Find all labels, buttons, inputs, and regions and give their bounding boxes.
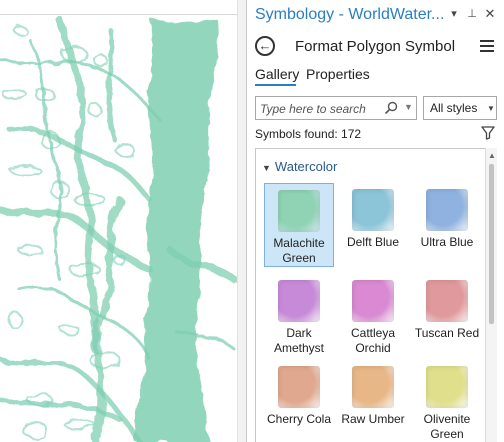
search-box[interactable]: ▼ (255, 96, 417, 120)
symbol-item[interactable]: Delft Blue (338, 183, 408, 263)
active-tab-indicator (255, 84, 296, 86)
symbol-label: Tuscan Red (414, 326, 480, 340)
symbol-swatch (352, 189, 394, 231)
search-options-chevron-icon[interactable]: ▼ (404, 102, 413, 112)
tab-properties[interactable]: Properties (306, 66, 370, 82)
page-title: Format Polygon Symbol (295, 38, 456, 55)
map-view[interactable] (0, 0, 246, 442)
gallery-scrollbar[interactable]: ▲ (485, 148, 497, 442)
pane-titlebar: Symbology - WorldWater... ▾ ⊥ ✕ (247, 0, 504, 30)
symbol-label: Dark Amethyst (273, 326, 324, 355)
symbol-swatch (278, 366, 320, 408)
symbol-swatch (278, 280, 320, 322)
symbol-label: Malachite Green (273, 236, 325, 265)
tab-gallery[interactable]: Gallery (255, 66, 299, 82)
scroll-thumb[interactable] (489, 164, 494, 324)
symbol-swatch (352, 280, 394, 322)
symbols-found-count: Symbols found: 172 (255, 127, 362, 141)
symbol-label: Delft Blue (346, 235, 400, 249)
symbol-item[interactable]: Raw Umber (338, 360, 408, 440)
symbol-item[interactable]: Dark Amethyst (264, 274, 334, 355)
symbol-item[interactable]: Malachite Green (264, 183, 334, 267)
symbol-gallery: ▼ Watercolor Malachite Green Delft Blue Ultr… (255, 148, 485, 442)
symbol-label: Olivenite Green (423, 412, 471, 441)
symbology-pane: Symbology - WorldWater... ▾ ⊥ ✕ ← Format… (246, 0, 504, 442)
pane-title: Symbology - WorldWater... (255, 6, 445, 23)
close-icon[interactable]: ✕ (483, 7, 497, 21)
menu-icon[interactable] (480, 40, 494, 52)
search-input[interactable] (260, 100, 378, 117)
symbol-swatch (426, 366, 468, 408)
symbol-label: Cherry Cola (266, 412, 332, 426)
symbol-swatch (352, 366, 394, 408)
styles-select-value: All styles (430, 101, 478, 115)
gallery-group-header[interactable]: ▼ Watercolor (262, 159, 337, 174)
map-scrollbar[interactable] (237, 0, 246, 442)
symbol-label: Cattleya Orchid (350, 326, 396, 355)
symbol-swatch (278, 190, 320, 232)
back-button[interactable]: ← (255, 36, 275, 56)
symbol-swatch (426, 189, 468, 231)
search-icon[interactable] (384, 101, 398, 115)
symbol-item[interactable]: Tuscan Red (412, 274, 482, 354)
styles-select[interactable]: All styles ▼ (423, 96, 497, 120)
pin-icon[interactable]: ⊥ (465, 7, 479, 21)
chevron-down-icon[interactable]: ▼ (262, 163, 271, 173)
map-view-header (0, 0, 237, 15)
symbol-label: Raw Umber (341, 412, 405, 426)
watercolor-map (0, 16, 237, 442)
chevron-down-icon: ▼ (487, 104, 495, 113)
scroll-up-icon[interactable]: ▲ (488, 151, 496, 160)
symbol-swatch (426, 280, 468, 322)
symbol-item[interactable]: Olivenite Green (412, 360, 482, 441)
symbol-item[interactable]: Cherry Cola (264, 360, 334, 440)
symbol-label: Ultra Blue (420, 235, 474, 249)
filter-icon[interactable] (481, 126, 495, 140)
symbol-item[interactable]: Cattleya Orchid (338, 274, 408, 355)
symbol-item[interactable]: Ultra Blue (412, 183, 482, 263)
gallery-group-name: Watercolor (274, 159, 338, 174)
chevron-down-icon[interactable]: ▾ (447, 7, 461, 21)
